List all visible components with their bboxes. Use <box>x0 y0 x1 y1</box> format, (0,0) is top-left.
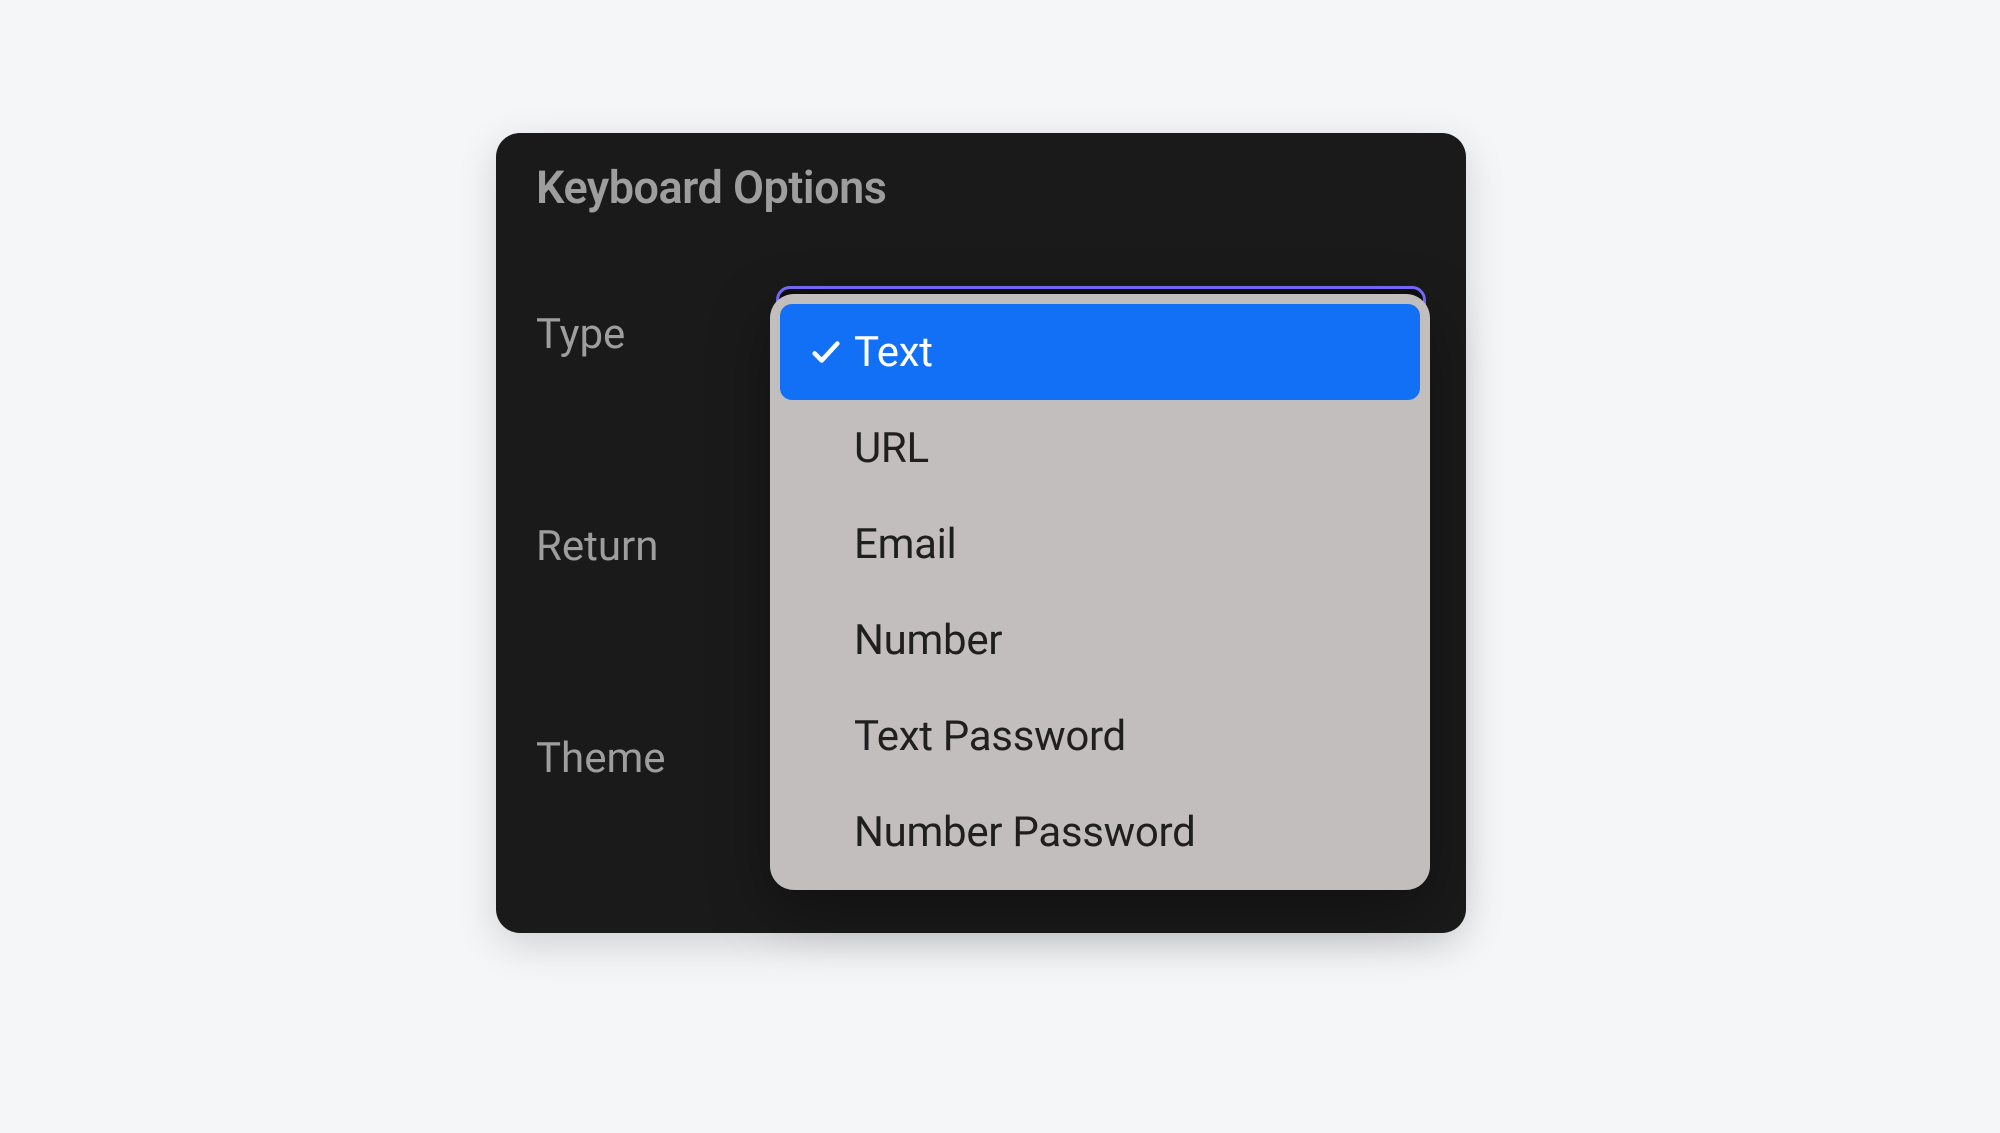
dropdown-item-email[interactable]: Email <box>780 496 1420 592</box>
dropdown-item-number[interactable]: Number <box>780 592 1420 688</box>
theme-label: Theme <box>536 734 776 783</box>
dropdown-item-label: Number Password <box>854 808 1195 857</box>
return-label: Return <box>536 522 776 571</box>
dropdown-item-number-password[interactable]: Number Password <box>780 784 1420 880</box>
panel-title: Keyboard Options <box>536 161 1426 214</box>
checkmark-icon <box>798 335 854 369</box>
dropdown-item-text[interactable]: Text <box>780 304 1420 400</box>
dropdown-item-label: Text Password <box>854 712 1126 761</box>
dropdown-item-text-password[interactable]: Text Password <box>780 688 1420 784</box>
type-dropdown-menu: Text URL Email Number Text Password Numb… <box>770 294 1430 890</box>
dropdown-item-label: Email <box>854 520 956 569</box>
type-label: Type <box>536 310 776 359</box>
dropdown-item-label: URL <box>854 424 929 473</box>
dropdown-item-label: Text <box>854 328 933 377</box>
dropdown-item-url[interactable]: URL <box>780 400 1420 496</box>
dropdown-item-label: Number <box>854 616 1002 665</box>
